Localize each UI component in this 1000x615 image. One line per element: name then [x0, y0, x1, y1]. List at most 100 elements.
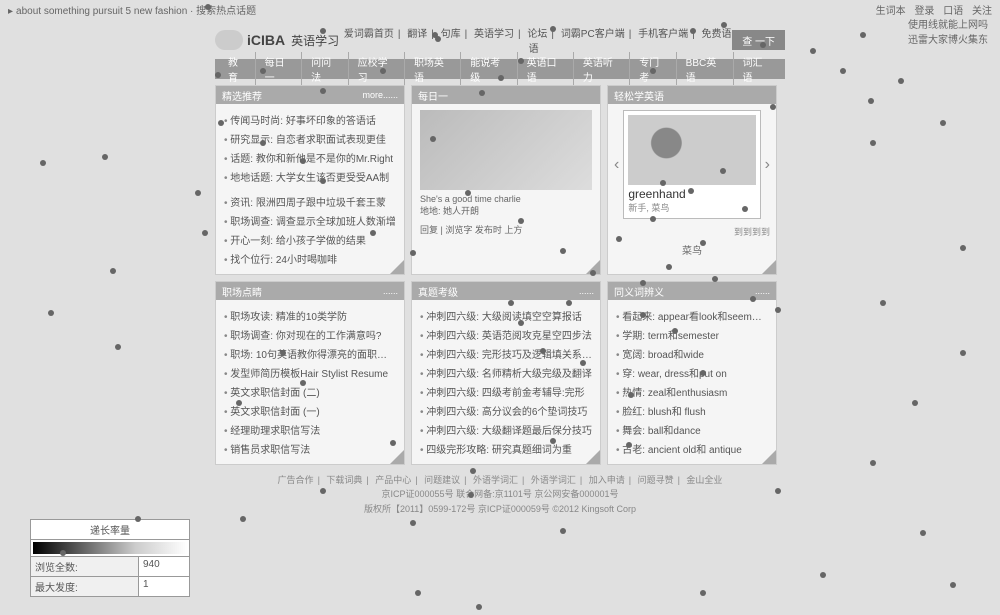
list-item[interactable]: 职场调查: 调查显示全球加班人数渐增 [224, 211, 396, 230]
corner-icon [390, 450, 404, 464]
nav-forum[interactable]: 论坛 [527, 29, 547, 40]
list-item[interactable]: 冲刺四六级: 英语范阅攻克星空四步法 [420, 325, 592, 344]
heatmap-dot [920, 530, 926, 536]
list-item[interactable]: 英文求职信封面 (一) [224, 401, 396, 420]
heatmap-dot [950, 582, 956, 588]
subnav-item[interactable]: 每日一 [258, 52, 302, 86]
list-item[interactable]: 四级完形攻略: 研究真题细词为重 [420, 439, 592, 458]
subnav-item[interactable]: 英语口语 [520, 52, 574, 86]
heatmap-dot [102, 154, 108, 160]
footer-link[interactable]: 加入申请 [589, 475, 625, 485]
heatmap-dot [840, 68, 846, 74]
logo-icon [215, 30, 243, 50]
nav-mobile[interactable]: 手机客户端 [638, 29, 688, 40]
logo-brand: iCIBA [247, 32, 285, 48]
list-item[interactable]: 职场攻读: 精准的10类学防 [224, 306, 396, 325]
carousel-foot: 到到到到 [608, 225, 776, 242]
promo-text: 使用线就能上网吗迅雷大家博火集东 [908, 16, 988, 46]
subnav-item[interactable]: 职场英语 [407, 52, 461, 86]
logo[interactable]: iCIBA 英语学习 [215, 30, 339, 50]
list-item[interactable]: 销售员求职信写法 [224, 439, 396, 458]
footer-link[interactable]: 外语学词汇 [531, 475, 576, 485]
list-item[interactable]: 发型师简历模板Hair Stylist Resume [224, 363, 396, 382]
subnav-item[interactable]: 问问法 [304, 52, 348, 86]
list-item[interactable]: 职场: 10句英语教你得漂亮的面职准后 [224, 344, 396, 363]
list-item[interactable]: 舞会: ball和dance [616, 420, 768, 439]
list-item[interactable]: 古老: ancient old和 antique [616, 439, 768, 458]
list-item[interactable]: 开心一刻: 给小孩子学做的结果 [224, 230, 396, 249]
subnav-item[interactable]: 英语听力 [576, 52, 630, 86]
subnav-item[interactable]: 词汇语 [736, 52, 779, 86]
footer-link[interactable]: 下载词典 [326, 475, 362, 485]
carousel-card[interactable]: greenhand 新手, 菜鸟 [623, 110, 760, 219]
chevron-right-icon[interactable]: › [765, 156, 770, 174]
footer-link[interactable]: 广告合作 [278, 475, 314, 485]
list-item[interactable]: 资讯: 限洲四周子跟中垃圾千套王蒙 [224, 192, 396, 211]
heatmap-dot [110, 268, 116, 274]
list-item[interactable]: 热情: zeal和enthusiasm [616, 382, 768, 401]
list-item[interactable]: 英文求职信封面 (二) [224, 382, 396, 401]
list-item[interactable]: 冲刺四六级: 高分议会的6个垫词技巧 [420, 401, 592, 420]
heatmap-dot [115, 344, 121, 350]
list-item[interactable]: 脸红: blush和 flush [616, 401, 768, 420]
card-title: 同义词辨义 [614, 284, 664, 299]
legend-value: 1 [139, 577, 189, 596]
card-more[interactable]: ...... [383, 286, 398, 296]
heatmap-dot [820, 572, 826, 578]
footer-link[interactable]: 产品中心 [375, 475, 411, 485]
list-item[interactable]: 传闻马时尚: 好事坏印象的答语话 [224, 110, 396, 129]
list-item[interactable]: 话题: 教你和新他是不是你的Mr.Right [224, 148, 396, 167]
search-button[interactable]: 查 一下 [732, 30, 785, 50]
subnav-item[interactable]: BBC英语 [679, 52, 734, 86]
footer-link[interactable]: 金山全业 [686, 475, 722, 485]
list-item[interactable]: 学期: term和semester [616, 325, 768, 344]
card-easy-learn: 轻松学英语 ‹ greenhand 新手, 菜鸟 › 到到到到 菜鸟 [607, 85, 777, 275]
heatmap-dot [870, 460, 876, 466]
list-item[interactable]: 找个位行: 24小时喝咖啡 [224, 249, 396, 268]
nav-translate[interactable]: 翻译 [407, 29, 427, 40]
list-item[interactable]: 经理助理求职信写法 [224, 420, 396, 439]
list-item[interactable]: 冲刺四六级: 完形技巧及逻辑填关系词总结 [420, 344, 592, 363]
footer: 广告合作| 下载词典| 产品中心| 问题建议| 外语学词汇| 外语学词汇| 加入… [215, 473, 785, 516]
list-item[interactable]: 研究显示: 自恋者求职面试表现更佳 [224, 129, 396, 148]
list-item[interactable]: 宽阔: broad和wide [616, 344, 768, 363]
heatmap-dot [860, 32, 866, 38]
subnav-item[interactable]: 应校学习 [351, 52, 405, 86]
subnav-item[interactable]: 教育 [221, 52, 256, 86]
list-item[interactable]: 冲刺四六级: 大级翻译题最后保分技巧 [420, 420, 592, 439]
legend-label: 浏览全数: [31, 557, 139, 576]
footer-link[interactable]: 问题寻赞 [638, 475, 674, 485]
heatmap-dot [880, 300, 886, 306]
daily-image[interactable] [420, 110, 592, 190]
logo-sub: 英语学习 [291, 32, 339, 49]
list-item[interactable]: 职场调查: 你对现在的工作满意吗? [224, 325, 396, 344]
corner-icon [762, 260, 776, 274]
card-more[interactable]: more...... [362, 90, 398, 100]
card-more[interactable]: ...... [755, 286, 770, 296]
link-notebook[interactable]: 生词本 [876, 6, 906, 17]
footer-link[interactable]: 问题建议 [424, 475, 460, 485]
footer-link[interactable]: 外语学词汇 [473, 475, 518, 485]
nav-learn[interactable]: 英语学习 [474, 29, 514, 40]
nav-pc[interactable]: 词霸PC客户端 [561, 29, 625, 40]
legend-gradient [33, 542, 187, 554]
heatmap-dot [898, 78, 904, 84]
chevron-left-icon[interactable]: ‹ [614, 156, 619, 174]
subnav-item[interactable]: 能说考级 [463, 52, 517, 86]
nav-sentence[interactable]: 句库 [441, 29, 461, 40]
nav-home[interactable]: 爱词霸首页 [344, 29, 394, 40]
heatmap-dot [40, 160, 46, 166]
list-item[interactable]: 冲刺四六级: 名师精析大级完级及翻译 [420, 363, 592, 382]
header-nav: 爱词霸首页| 翻译| 句库| 英语学习| 论坛| 词霸PC客户端| 手机客户端|… [339, 25, 732, 55]
list-item[interactable]: 冲刺四六级: 大级阅读填空空算报话 [420, 306, 592, 325]
list-item[interactable]: 穿: wear, dress和put on [616, 363, 768, 382]
card-more[interactable]: ...... [579, 286, 594, 296]
daily-sub: 地地: 她人开朗 [420, 204, 592, 217]
list-item[interactable]: 看起来: appear看look和seem辨析 [616, 306, 768, 325]
corner-icon [586, 260, 600, 274]
heatmap-dot [410, 520, 416, 526]
list-item[interactable]: 冲刺四六级: 四级考前金考辅导:完形 [420, 382, 592, 401]
subnav-item[interactable]: 专门考 [632, 52, 676, 86]
list-item[interactable]: 地地话题: 大学女生该否更受受AA制 [224, 167, 396, 186]
card-title: 轻松学英语 [614, 88, 664, 103]
